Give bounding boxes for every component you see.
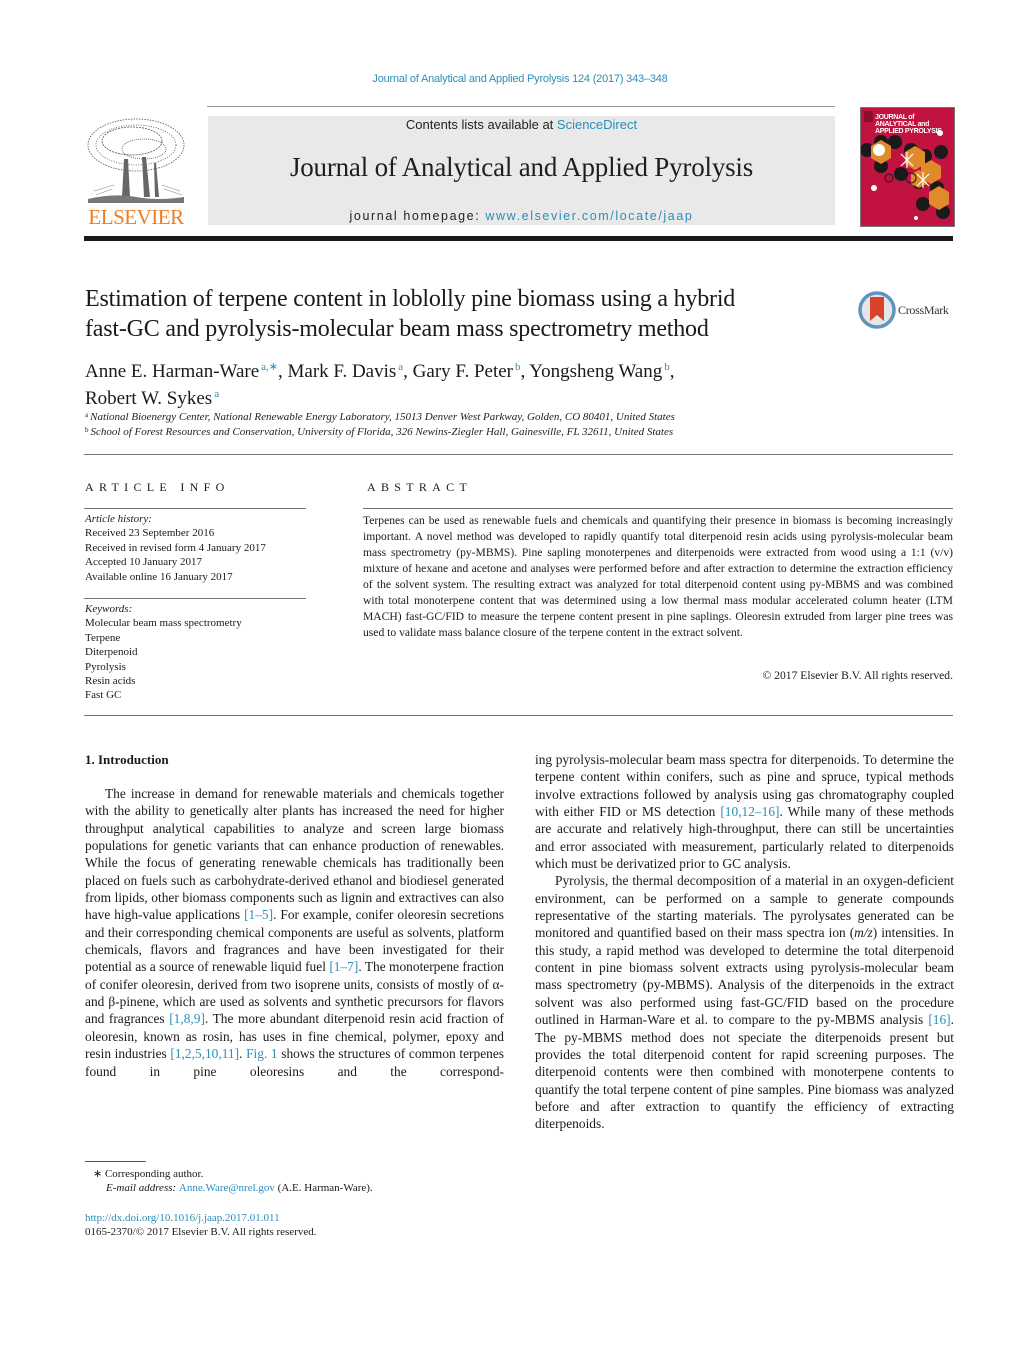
abstract-text: Terpenes can be used as renewable fuels … — [363, 514, 953, 640]
divider — [84, 598, 306, 599]
crossmark-icon — [858, 291, 896, 329]
body-column-left: The increase in demand for renewable mat… — [85, 785, 504, 1080]
keyword: Pyrolysis — [85, 660, 126, 673]
journal-masthead: Contents lists available at ScienceDirec… — [208, 116, 835, 225]
affiliation-mark: a — [85, 411, 89, 419]
author-name: Mark F. Davis — [287, 361, 397, 382]
affiliation-a: a National Bioenergy Center, National Ren… — [85, 411, 945, 423]
divider — [84, 715, 953, 716]
italic-text: m/z — [854, 925, 873, 941]
reference-link[interactable]: [16] — [928, 1012, 950, 1027]
history-item: Available online 16 January 2017 — [85, 570, 233, 583]
homepage-link[interactable]: www.elsevier.com/locate/jaap — [485, 209, 693, 223]
author-name: Robert W. Sykes — [85, 388, 213, 409]
affiliation-mark: b — [85, 426, 89, 434]
elsevier-wordmark: ELSEVIER — [88, 205, 184, 229]
header-thick-divider — [84, 236, 953, 241]
crossmark-button[interactable]: CrossMark — [858, 291, 958, 331]
divider — [363, 508, 953, 509]
doi-link[interactable]: http://dx.doi.org/10.1016/j.jaap.2017.01… — [85, 1211, 505, 1225]
author-separator: , — [278, 361, 288, 382]
author-name: Yongsheng Wang — [529, 361, 663, 382]
affiliation-text: School of Forest Resources and Conservat… — [90, 426, 674, 438]
author[interactable]: Gary F. Peter b — [413, 361, 521, 382]
cover-title-line: JOURNAL of — [875, 114, 915, 121]
contents-availability: Contents lists available at ScienceDirec… — [208, 117, 835, 132]
text-run: ) intensities. In this study, a rapid me… — [535, 925, 954, 1028]
reference-link[interactable]: [1,8,9] — [169, 1011, 205, 1026]
section-heading-introduction: 1. Introduction — [85, 752, 169, 767]
corresponding-author-note: ∗ Corresponding author. — [93, 1168, 204, 1180]
keyword: Fast GC — [85, 689, 122, 702]
article-info-heading: ARTICLE INFO — [85, 480, 230, 494]
keyword: Resin acids — [85, 675, 136, 688]
divider — [84, 508, 306, 509]
email-link[interactable]: Anne.Ware@nrel.gov — [179, 1182, 275, 1194]
author[interactable]: Anne E. Harman-Ware a,∗ — [85, 361, 278, 382]
author-list: Anne E. Harman-Ware a,∗, Mark F. Davis a, … — [85, 356, 865, 410]
header-divider — [207, 106, 835, 107]
paragraph: Pyrolysis, the thermal decomposition of … — [535, 872, 954, 1132]
history-label: Article history: — [85, 513, 152, 525]
keywords: Keywords: Molecular beam mass spectromet… — [85, 602, 325, 703]
reference-link[interactable]: [1,2,5,10,11] — [170, 1046, 239, 1061]
footnote-divider — [85, 1161, 146, 1162]
body-column-right: ing pyrolysis-molecular beam mass spectr… — [535, 751, 954, 1133]
text-run: The increase in demand for renewable mat… — [85, 786, 504, 923]
cover-title-line: APPLIED PYROLYSIS — [875, 128, 942, 135]
reference-link[interactable]: [10,12–16] — [720, 804, 779, 819]
author-separator: , — [520, 361, 530, 382]
issn-copyright: 0165-2370/© 2017 Elsevier B.V. All right… — [85, 1226, 317, 1238]
cover-title: JOURNAL of ANALYTICAL and APPLIED PYROLY… — [875, 114, 942, 135]
author-name: Gary F. Peter — [412, 361, 513, 382]
title-line: fast-GC and pyrolysis-molecular beam mas… — [85, 316, 709, 342]
author-separator: , — [403, 361, 413, 382]
author[interactable]: Yongsheng Wang b — [529, 361, 669, 382]
keyword: Terpene — [85, 631, 121, 644]
sciencedirect-link[interactable]: ScienceDirect — [557, 117, 637, 132]
keywords-label: Keywords: — [85, 603, 133, 615]
divider — [84, 454, 953, 455]
reference-link[interactable]: Fig. 1 — [246, 1046, 278, 1061]
email-note: E-mail address: Anne.Ware@nrel.gov (A.E.… — [106, 1181, 526, 1195]
abstract-heading: ABSTRACT — [367, 480, 473, 494]
history-item: Received 23 September 2016 — [85, 527, 215, 540]
paragraph-continuation: ing pyrolysis-molecular beam mass spectr… — [535, 751, 954, 872]
keyword: Diterpenoid — [85, 646, 138, 659]
affiliation-mark[interactable]: a,∗ — [261, 361, 278, 373]
homepage-prefix: journal homepage: — [349, 209, 486, 223]
journal-citation[interactable]: Journal of Analytical and Applied Pyroly… — [0, 73, 1020, 85]
cover-title-line: ANALYTICAL and — [875, 121, 930, 128]
journal-name: Journal of Analytical and Applied Pyroly… — [289, 152, 754, 182]
author[interactable]: Mark F. Davis a — [288, 361, 404, 382]
author[interactable]: Robert W. Sykes a — [85, 388, 219, 409]
affiliation-text: National Bioenergy Center, National Rene… — [90, 411, 675, 423]
email-suffix: (A.E. Harman-Ware). — [274, 1182, 373, 1194]
reference-link[interactable]: [1–5] — [244, 907, 273, 922]
tree-engraving-icon — [87, 118, 185, 203]
history-item: Accepted 10 January 2017 — [85, 556, 202, 569]
title-line: Estimation of terpene content in lobloll… — [85, 286, 736, 312]
journal-cover-thumbnail[interactable]: JOURNAL of ANALYTICAL and APPLIED PYROLY… — [860, 107, 955, 227]
author-separator: , — [669, 361, 675, 382]
journal-homepage: journal homepage: www.elsevier.com/locat… — [208, 209, 835, 223]
paragraph: The increase in demand for renewable mat… — [85, 785, 504, 1080]
email-label: E-mail address: — [106, 1182, 179, 1194]
affiliation-mark[interactable]: a — [214, 388, 219, 400]
doi-url[interactable]: http://dx.doi.org/10.1016/j.jaap.2017.01… — [85, 1212, 280, 1224]
contents-prefix: Contents lists available at — [405, 117, 557, 132]
history-item: Received in revised form 4 January 2017 — [85, 541, 266, 554]
article-title: Estimation of terpene content in lobloll… — [85, 284, 835, 344]
reference-link[interactable]: [1–7] — [329, 959, 358, 974]
abstract-copyright: © 2017 Elsevier B.V. All rights reserved… — [762, 669, 953, 682]
affiliation-b: b School of Forest Resources and Conserva… — [85, 426, 945, 438]
article-history: Article history: Received 23 September 2… — [85, 512, 325, 584]
keyword: Molecular beam mass spectrometry — [85, 617, 242, 630]
crossmark-label: CrossMark — [898, 303, 949, 317]
text-run: . The py-MBMS method does not speciate t… — [535, 1012, 954, 1132]
author-name: Anne E. Harman-Ware — [85, 361, 260, 382]
